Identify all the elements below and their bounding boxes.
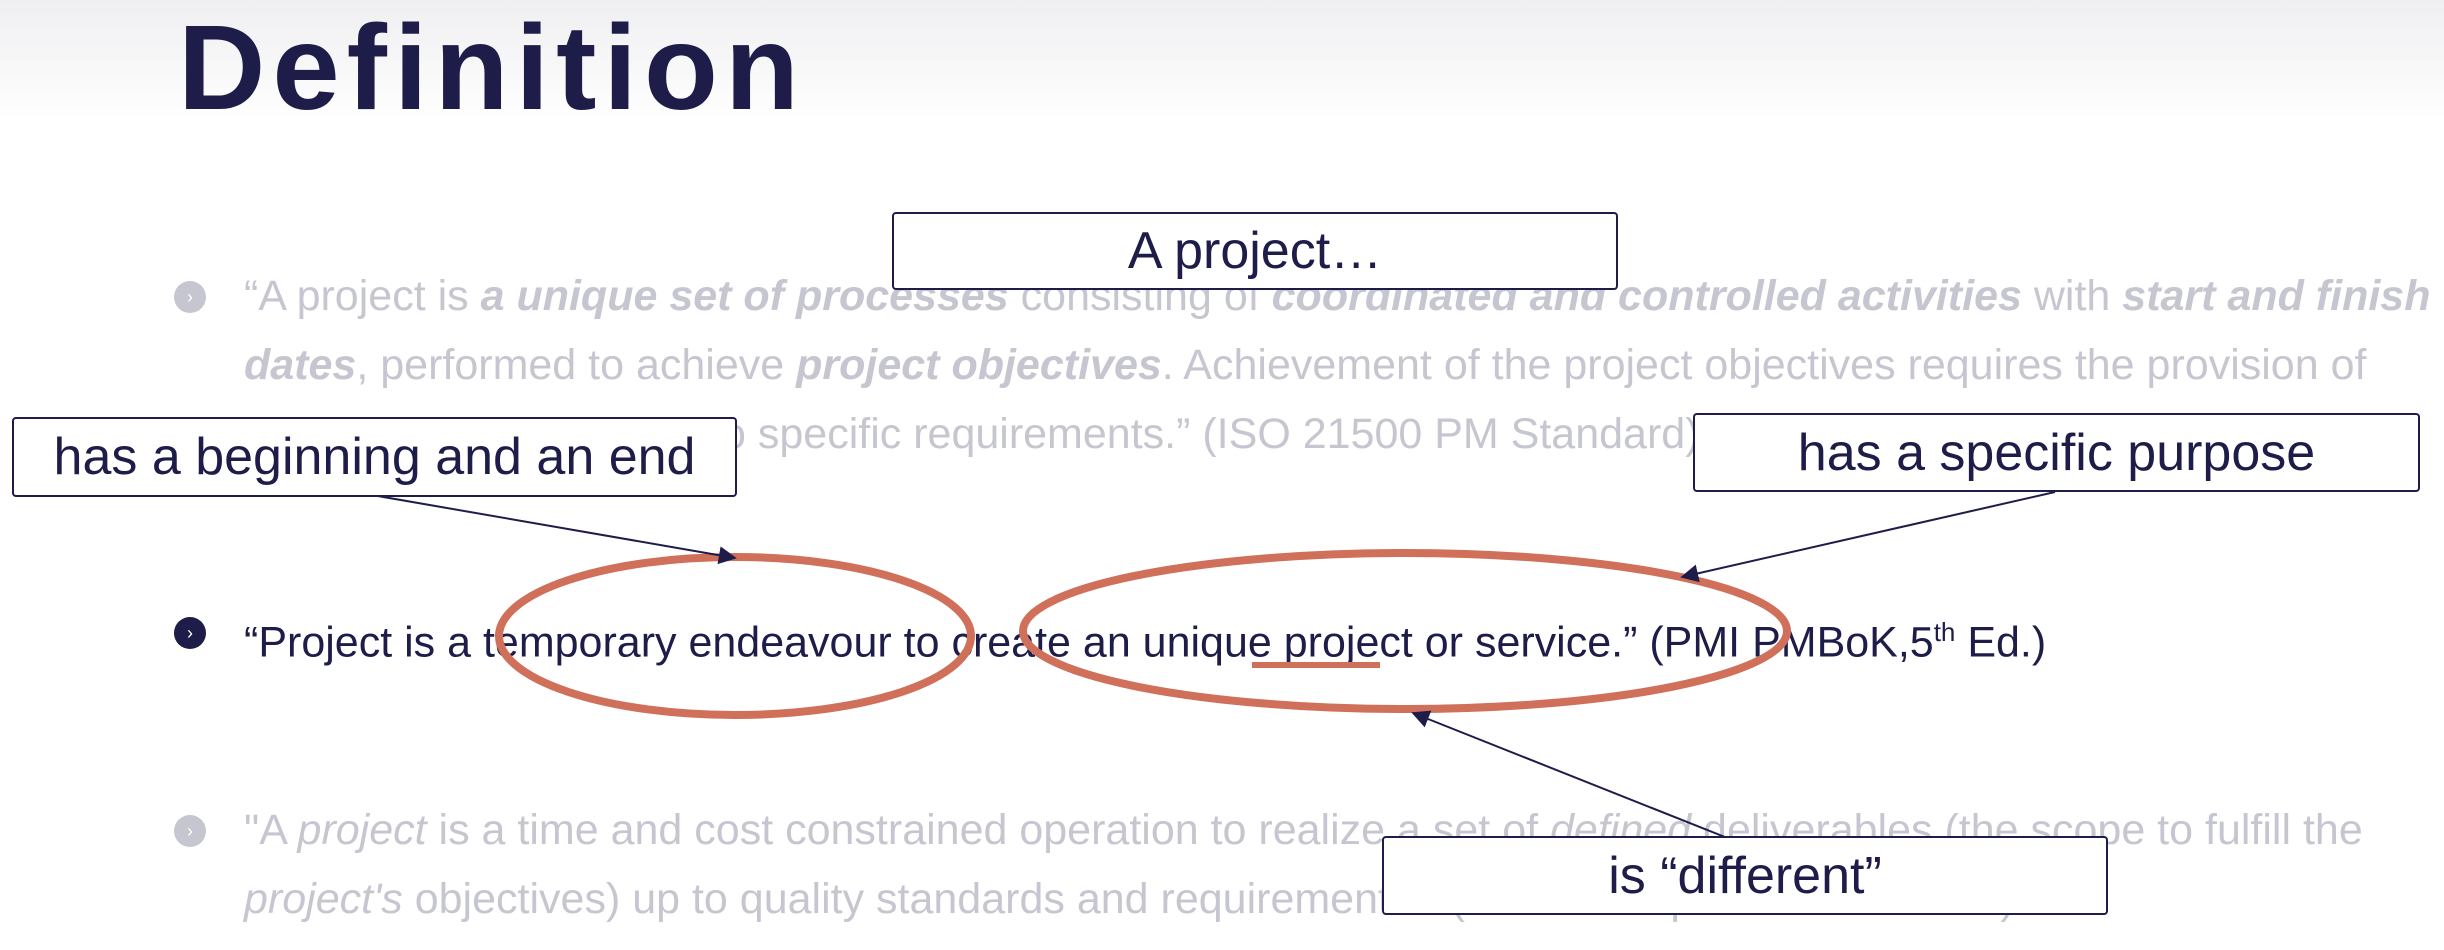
callout-a-project: A project… [892,212,1618,290]
slide: Definition › “A project is a unique set … [0,0,2444,950]
callout-specific-purpose: has a specific purpose [1693,413,2420,492]
arrow-specific-purpose [1680,491,2056,583]
highlight-ellipse-unique [1019,549,1791,713]
arrow-different [1411,710,1746,846]
callout-different: is “different” [1382,836,2108,915]
callout-beginning-end: has a beginning and an end [12,417,737,497]
arrow-beginning-end [371,494,737,565]
highlight-ellipse-temporary [495,553,975,719]
